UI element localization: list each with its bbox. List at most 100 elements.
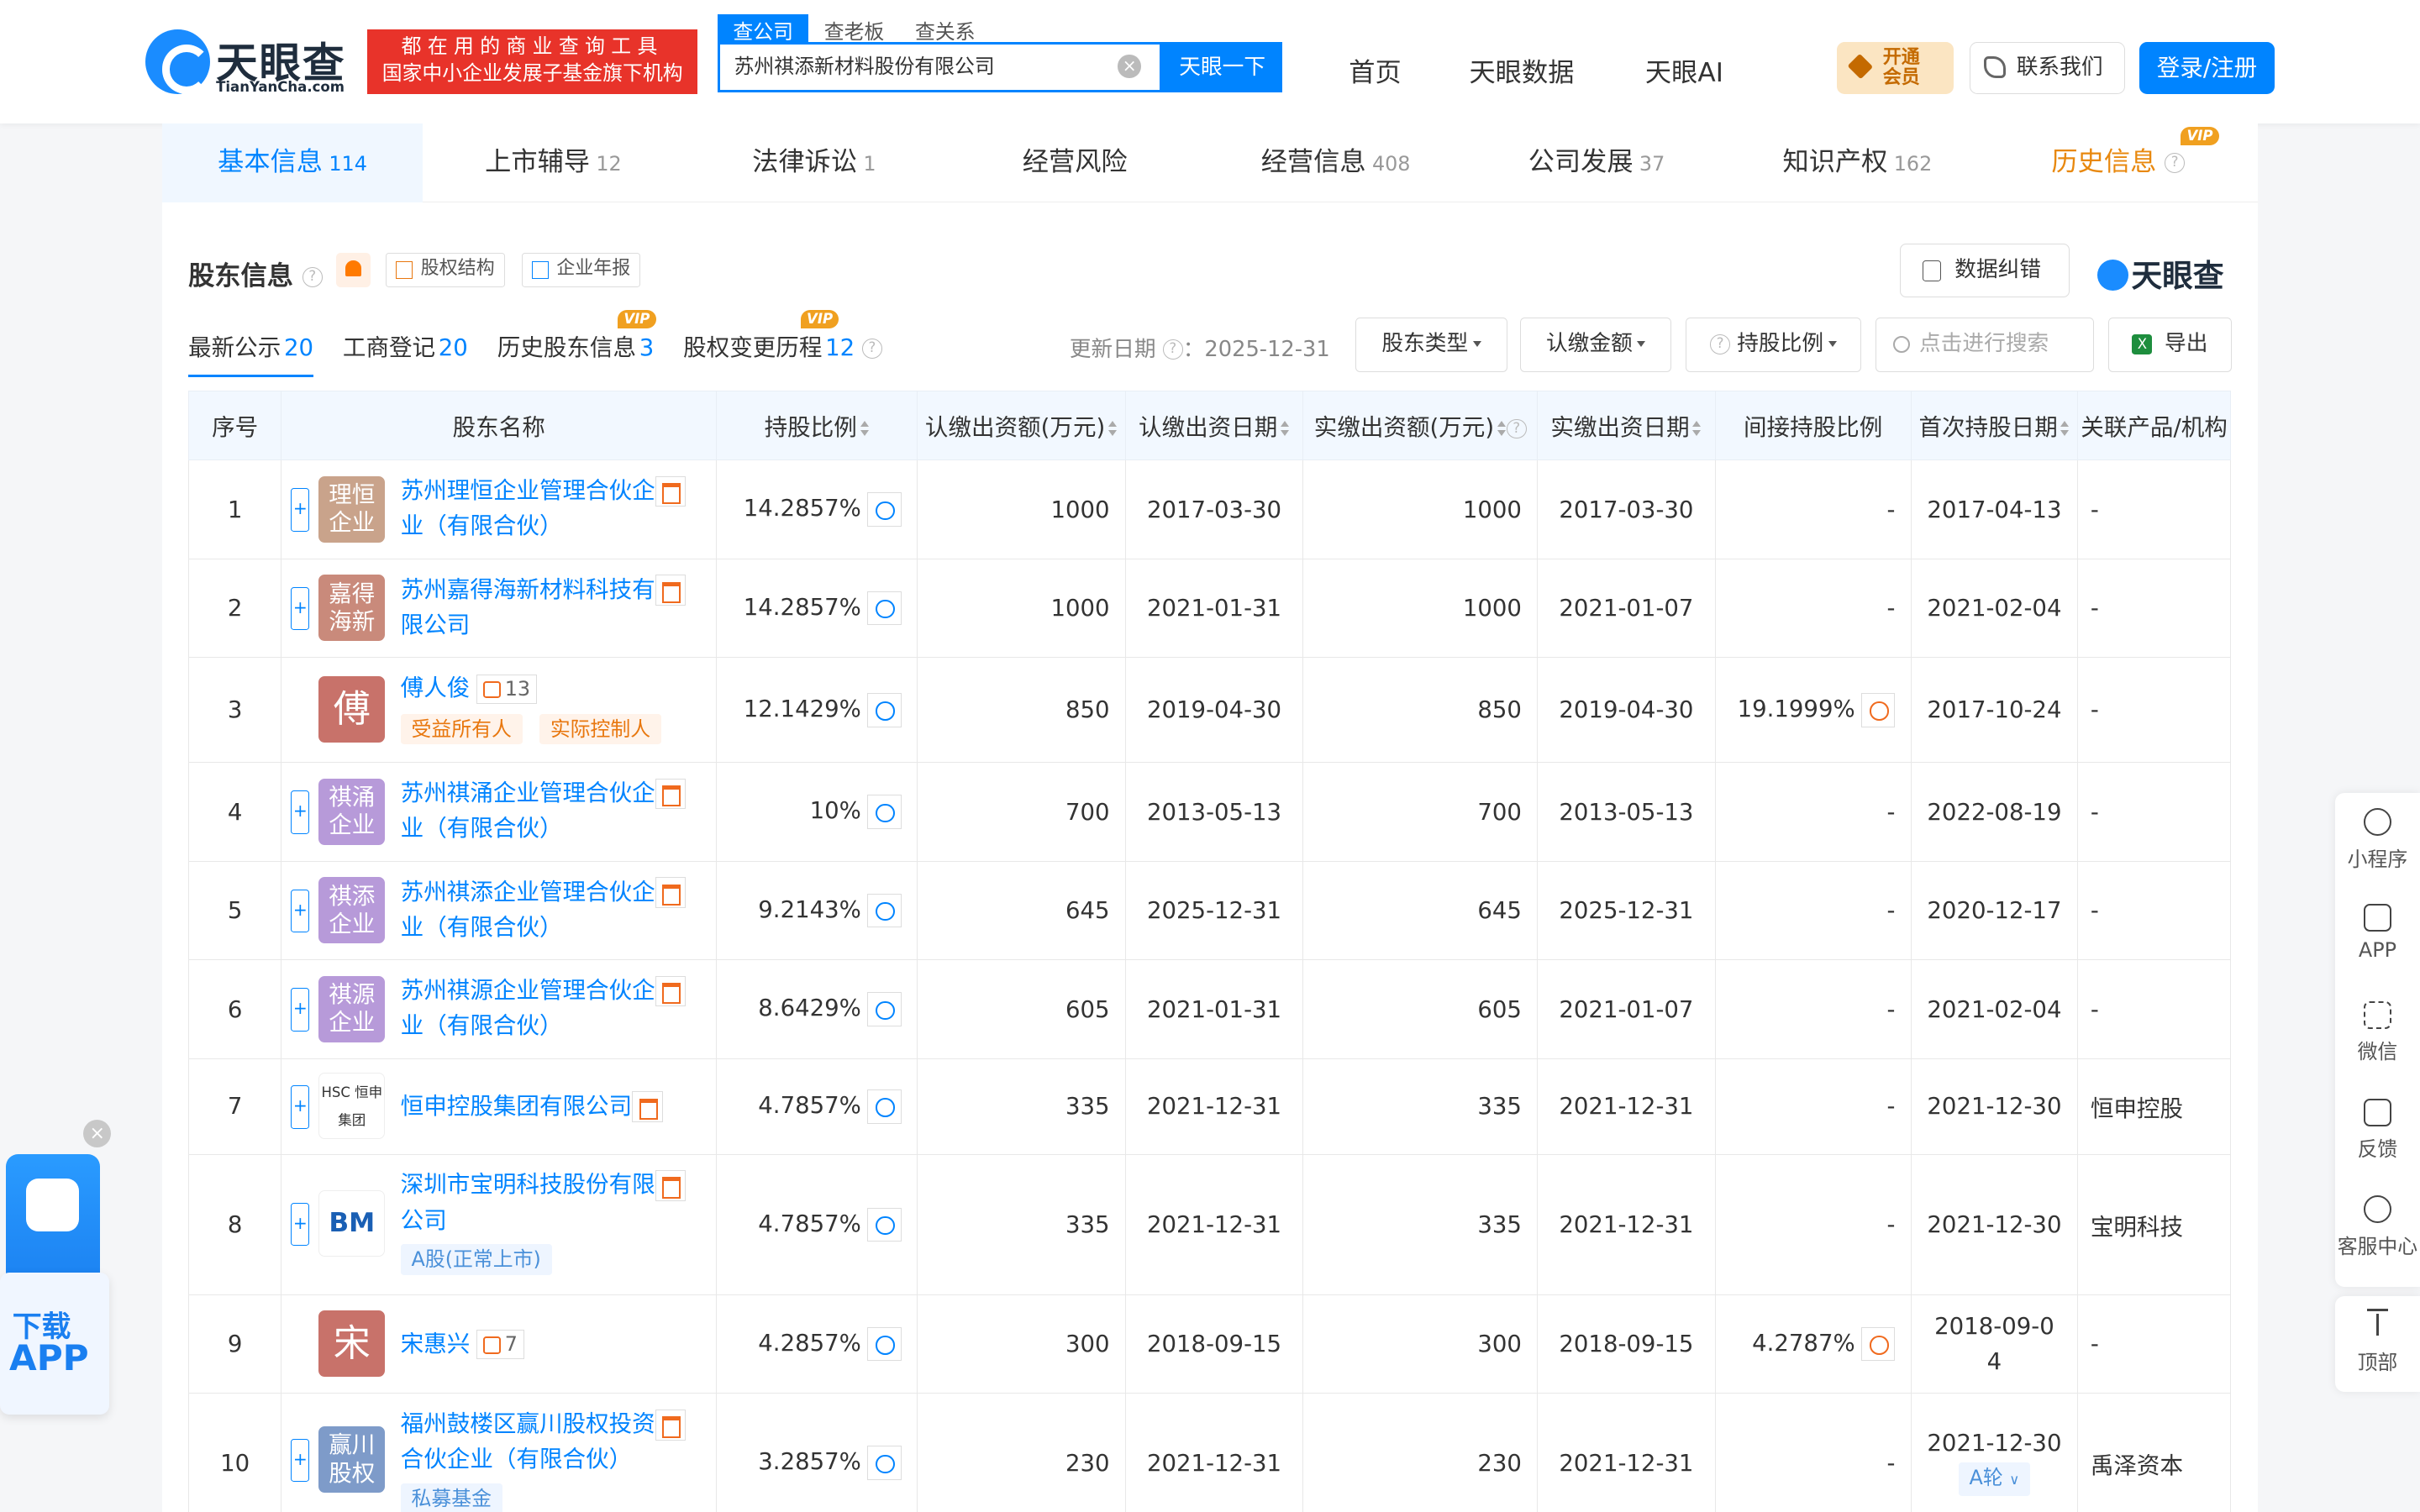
pie-chart-icon[interactable] bbox=[867, 492, 902, 527]
related-product-link[interactable]: 禹泽资本 bbox=[2077, 1393, 2231, 1512]
tianyancha-logo[interactable]: 天眼查 TianYanCha.com bbox=[145, 29, 358, 97]
login-button[interactable]: 登录/注册 bbox=[2139, 41, 2275, 95]
tab-listing-guidance[interactable]: 上市辅导 12 bbox=[423, 123, 683, 202]
tab-history[interactable]: 历史信息 ? VIP bbox=[1988, 123, 2249, 202]
relation-count[interactable]: 13 bbox=[476, 674, 538, 704]
subtab-history-shareholders[interactable]: 历史股东信息 3 VIP bbox=[497, 310, 656, 377]
expand-icon[interactable]: + bbox=[291, 889, 310, 933]
paid-date: 2021-01-07 bbox=[1537, 959, 1716, 1059]
expand-icon[interactable]: + bbox=[291, 988, 310, 1032]
col-first-date[interactable]: 首次持股日期 bbox=[1910, 390, 2079, 461]
filter-ratio[interactable]: ? 持股比例 bbox=[1685, 318, 1862, 372]
relation-count[interactable]: 7 bbox=[476, 1330, 525, 1360]
expand-icon[interactable]: + bbox=[291, 790, 310, 834]
subtab-registration[interactable]: 工商登记 20 bbox=[343, 328, 468, 377]
back-to-top-button[interactable]: 顶部 bbox=[2334, 1295, 2420, 1392]
bell-icon[interactable] bbox=[336, 253, 371, 287]
col-sub-amount[interactable]: 认缴出资额(万元) bbox=[916, 390, 1126, 461]
round-tag[interactable]: A轮 ∨ bbox=[1958, 1462, 2031, 1497]
contact-button[interactable]: 联系我们 bbox=[1969, 41, 2126, 95]
shareholder-name[interactable]: 苏州祺添企业管理合伙企 业（有限合伙） bbox=[401, 874, 687, 946]
col-ratio[interactable]: 持股比例 bbox=[716, 390, 918, 461]
app-button[interactable]: APP bbox=[2335, 904, 2420, 962]
penetration-icon[interactable] bbox=[1861, 693, 1896, 727]
equity-structure-button[interactable]: 股权结构 bbox=[386, 253, 505, 287]
pie-chart-icon[interactable] bbox=[867, 795, 902, 829]
nav-data[interactable]: 天眼数据 bbox=[1470, 51, 1575, 89]
tab-litigation[interactable]: 法律诉讼 1 bbox=[684, 123, 944, 202]
nav-ai[interactable]: 天眼AI bbox=[1645, 51, 1723, 89]
col-paid-date[interactable]: 实缴出资日期 bbox=[1537, 390, 1716, 461]
related-product-link[interactable]: 恒申控股 bbox=[2077, 1058, 2231, 1155]
first-date: 2021-12-30 bbox=[1910, 1058, 2079, 1155]
structure-icon[interactable] bbox=[655, 877, 687, 908]
shareholder-name[interactable]: 苏州祺涌企业管理合伙企 业（有限合伙） bbox=[401, 775, 687, 847]
col-paid-amount[interactable]: 实缴出资额(万元)? bbox=[1302, 390, 1539, 461]
sub-date: 2017-03-30 bbox=[1124, 459, 1304, 559]
expand-icon[interactable]: + bbox=[291, 1438, 310, 1483]
tab-operation[interactable]: 经营信息 408 bbox=[1205, 123, 1465, 202]
export-button[interactable]: X 导出 bbox=[2107, 318, 2232, 372]
filter-shareholder-type[interactable]: 股东类型 bbox=[1355, 318, 1508, 372]
pie-chart-icon[interactable] bbox=[867, 1089, 902, 1124]
structure-icon[interactable] bbox=[655, 1409, 687, 1441]
tab-ip[interactable]: 知识产权 162 bbox=[1727, 123, 1987, 202]
mini-program-button[interactable]: 小程序 bbox=[2335, 808, 2420, 871]
pie-chart-icon[interactable] bbox=[867, 591, 902, 626]
close-icon[interactable]: × bbox=[83, 1120, 112, 1148]
expand-icon[interactable]: + bbox=[291, 1202, 310, 1247]
tab-risk[interactable]: 经营风险 bbox=[944, 123, 1205, 202]
nav-home[interactable]: 首页 bbox=[1349, 51, 1401, 89]
filter-amount[interactable]: 认缴金额 bbox=[1520, 318, 1672, 372]
sub-date: 2021-01-31 bbox=[1124, 558, 1304, 659]
customer-service-button[interactable]: 客服中心 bbox=[2335, 1195, 2420, 1258]
shareholder-name[interactable]: 苏州理恒企业管理合伙企 业（有限合伙） bbox=[401, 473, 687, 544]
col-sub-date[interactable]: 认缴出资日期 bbox=[1124, 390, 1304, 461]
annual-report-button[interactable]: 企业年报 bbox=[521, 253, 641, 287]
structure-icon[interactable] bbox=[655, 475, 687, 507]
search-input[interactable]: 苏州祺添新材料股份有限公司 × bbox=[718, 41, 1163, 93]
structure-icon[interactable] bbox=[655, 1170, 687, 1201]
structure-icon[interactable] bbox=[655, 975, 687, 1007]
sub-date: 2021-12-31 bbox=[1124, 1153, 1304, 1295]
shareholder-name[interactable]: 苏州嘉得海新材料科技有 限公司 bbox=[401, 572, 687, 643]
feedback-button[interactable]: 反馈 bbox=[2335, 1098, 2420, 1162]
vip-button[interactable]: 开通 会员 bbox=[1836, 41, 1954, 95]
shareholder-name[interactable]: 深圳市宝明科技股份有限 公司 bbox=[401, 1167, 687, 1238]
pie-chart-icon[interactable] bbox=[867, 992, 902, 1026]
pie-chart-icon[interactable] bbox=[867, 1326, 902, 1362]
pie-chart-icon[interactable] bbox=[867, 1446, 902, 1480]
paid-date: 2017-03-30 bbox=[1537, 459, 1716, 559]
pie-chart-icon[interactable] bbox=[867, 1207, 902, 1242]
expand-icon[interactable]: + bbox=[291, 488, 310, 532]
search-button[interactable]: 天眼一下 bbox=[1162, 41, 1283, 93]
subtab-latest[interactable]: 最新公示 20 bbox=[188, 328, 313, 377]
related-product-link[interactable]: 宝明科技 bbox=[2077, 1153, 2231, 1295]
data-correction-button[interactable]: 数据纠错 bbox=[1899, 244, 2070, 298]
shareholder-name[interactable]: 宋惠兴 7 bbox=[401, 1326, 525, 1362]
pie-chart-icon[interactable] bbox=[867, 693, 902, 727]
shareholder-name[interactable]: 傅人俊 13 bbox=[401, 670, 538, 706]
expand-icon[interactable]: + bbox=[291, 1085, 310, 1129]
app-download-widget[interactable]: × 下载 APP bbox=[0, 1120, 112, 1415]
penetration-icon[interactable] bbox=[1861, 1326, 1896, 1362]
shareholder-name[interactable]: 苏州祺源企业管理合伙企 业（有限合伙） bbox=[401, 973, 687, 1044]
ratio-cell: 4.2857% bbox=[716, 1294, 918, 1394]
table-search-input[interactable]: 点击进行搜索 bbox=[1875, 318, 2095, 372]
wechat-button[interactable]: 微信 bbox=[2335, 1001, 2420, 1064]
structure-icon[interactable] bbox=[655, 575, 687, 606]
expand-icon[interactable]: + bbox=[291, 586, 310, 631]
search-input-value: 苏州祺添新材料股份有限公司 bbox=[734, 54, 995, 78]
structure-icon[interactable] bbox=[632, 1091, 663, 1123]
subtab-equity-changes[interactable]: 股权变更历程 12 ? VIP bbox=[683, 310, 882, 377]
structure-icon[interactable] bbox=[655, 778, 687, 810]
vip-badge: VIP bbox=[617, 310, 656, 329]
help-icon[interactable]: ? bbox=[302, 267, 323, 287]
clear-icon[interactable]: × bbox=[1118, 55, 1141, 78]
content-tabs: 基本信息 114 上市辅导 12 法律诉讼 1 经营风险 经营信息 408 公司发展 37… bbox=[161, 123, 2259, 202]
shareholder-name[interactable]: 福州鼓楼区赢川股权投资 合伙企业（有限合伙） bbox=[401, 1406, 687, 1478]
tab-basic-info[interactable]: 基本信息 114 bbox=[161, 123, 424, 202]
pie-chart-icon[interactable] bbox=[867, 893, 902, 928]
tab-development[interactable]: 公司发展 37 bbox=[1466, 123, 1727, 202]
shareholder-name[interactable]: 恒申控股集团有限公司 bbox=[401, 1089, 663, 1124]
